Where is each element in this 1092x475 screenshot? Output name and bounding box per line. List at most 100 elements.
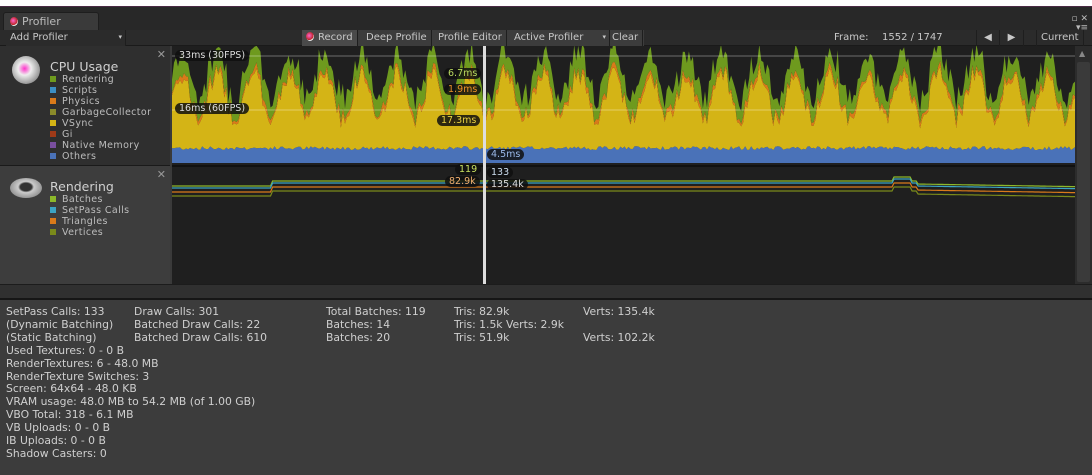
legend-swatch <box>50 76 56 82</box>
torus-icon <box>10 178 42 198</box>
setpass-marker: 133 <box>487 167 514 178</box>
stat-line: Tris: 1.5k Verts: 2.9k <box>454 317 564 331</box>
rendering-marker: 6.7ms <box>444 68 482 79</box>
cpu-usage-title: CPU Usage <box>50 59 119 74</box>
stat-line: (Static Batching) <box>6 330 97 344</box>
vertices-line <box>172 186 1075 198</box>
legend-label: SetPass Calls <box>62 205 130 216</box>
stat-line: Shadow Casters: 0 <box>6 446 107 460</box>
legend-label: Triangles <box>62 216 108 227</box>
toolbar: Add Profiler ▾ Record Deep Profile Profil… <box>0 30 1092 46</box>
graph-scrollbar[interactable]: ▲ <box>1075 46 1092 284</box>
stat-line: Batches: 14 <box>326 317 391 331</box>
vsync-marker: 17.3ms <box>437 115 481 126</box>
line-60fps-label: 16ms (60FPS) <box>175 103 250 114</box>
toolbar-group: Record Deep Profile Profile Editor Activ… <box>302 30 644 46</box>
line-30fps-label: 33ms (30FPS) <box>175 50 250 61</box>
legend-swatch <box>50 153 56 159</box>
legend-item[interactable]: Gi <box>50 129 151 140</box>
stat-line: VBO Total: 318 - 6.1 MB <box>6 408 134 422</box>
stat-line: Verts: 102.2k <box>583 330 655 344</box>
tab-bar: Profiler ▫ ✕ ▾≡ <box>0 7 1092 33</box>
add-profiler-label: Add Profiler <box>10 32 68 43</box>
dropdown-arrow-icon: ▾ <box>602 33 606 41</box>
legend-item[interactable]: Scripts <box>50 85 151 96</box>
legend-label: Scripts <box>62 85 98 96</box>
stat-line: Used Textures: 0 - 0 B <box>6 343 125 357</box>
legend-item[interactable]: VSync <box>50 118 151 129</box>
legend-label: Vertices <box>62 227 104 238</box>
frame-value: 1552 / 1747 <box>882 32 943 43</box>
legend-swatch <box>50 142 56 148</box>
legend-label: Rendering <box>62 74 115 85</box>
rendering-module[interactable]: Rendering Batches SetPass Calls Triangles V… <box>0 166 170 284</box>
active-profiler-dropdown[interactable]: Active Profiler ▾ <box>510 30 610 46</box>
rendering-title: Rendering <box>50 179 114 194</box>
dropdown-arrow-icon: ▾ <box>118 33 122 41</box>
arrow-left-icon: ◀ <box>984 32 992 43</box>
cpu-usage-module[interactable]: CPU Usage Rendering Scripts Physics Garbage… <box>0 46 170 166</box>
physics-marker: 1.9ms <box>444 84 482 95</box>
rendering-legend: Batches SetPass Calls Triangles Vertices <box>50 194 130 238</box>
legend-label: Native Memory <box>62 140 140 151</box>
frame-label: Frame: <box>834 32 869 43</box>
profiler-module-list: CPU Usage Rendering Scripts Physics Garbage… <box>0 46 170 284</box>
scroll-up-icon[interactable]: ▲ <box>1079 49 1085 58</box>
current-frame-button[interactable]: Current <box>1036 30 1084 46</box>
deep-profile-button[interactable]: Deep Profile <box>362 30 432 46</box>
legend-item[interactable]: Physics <box>50 96 151 107</box>
close-module-icon[interactable]: ✕ <box>157 168 166 181</box>
legend-item[interactable]: SetPass Calls <box>50 205 130 216</box>
top-strip <box>0 0 1092 7</box>
add-profiler-dropdown[interactable]: Add Profiler ▾ <box>6 30 126 46</box>
close-module-icon[interactable]: ✕ <box>157 48 166 61</box>
stat-line: RenderTextures: 6 - 48.0 MB <box>6 356 159 370</box>
batches-marker: 119 <box>455 164 482 175</box>
legend-item[interactable]: Others <box>50 151 151 162</box>
stat-line: Screen: 64x64 - 48.0 KB <box>6 382 137 396</box>
stat-line: Draw Calls: 301 <box>134 305 220 318</box>
stat-line: Total Batches: 119 <box>326 305 426 318</box>
legend-item[interactable]: Rendering <box>50 74 151 85</box>
legend-swatch <box>50 109 56 115</box>
stat-line: Batched Draw Calls: 610 <box>134 330 268 344</box>
legend-item[interactable]: Batches <box>50 194 130 205</box>
stat-line: VRAM usage: 48.0 MB to 54.2 MB (of 1.00 … <box>6 395 256 409</box>
profile-editor-button[interactable]: Profile Editor <box>434 30 507 46</box>
others-marker: 4.5ms <box>487 149 525 160</box>
legend-item[interactable]: Native Memory <box>50 140 151 151</box>
profiler-graph[interactable]: 33ms (30FPS) 16ms (60FPS) 6.7ms 1.9ms 17… <box>172 36 1075 284</box>
stat-line: Batched Draw Calls: 22 <box>134 317 261 331</box>
stat-line: Verts: 135.4k <box>583 305 655 318</box>
scrollbar-thumb[interactable] <box>1077 62 1090 282</box>
legend-item[interactable]: Triangles <box>50 216 130 227</box>
clear-button[interactable]: Clear <box>608 30 644 46</box>
legend-swatch <box>50 87 56 93</box>
stat-line: Tris: 51.9k <box>454 330 510 344</box>
splitter[interactable] <box>0 284 1092 300</box>
batches-line <box>172 176 1075 188</box>
legend-swatch <box>50 120 56 126</box>
legend-item[interactable]: GarbageCollector <box>50 107 151 118</box>
legend-item[interactable]: Vertices <box>50 227 130 238</box>
record-button[interactable]: Record <box>302 30 358 46</box>
legend-swatch <box>50 218 56 224</box>
legend-label: Batches <box>62 194 103 205</box>
legend-label: Others <box>62 151 97 162</box>
stopwatch-icon <box>12 56 40 84</box>
tab-label: Profiler <box>22 15 61 28</box>
vertices-marker: 135.4k <box>487 179 528 190</box>
profiler-icon <box>10 17 18 26</box>
active-profiler-label: Active Profiler <box>514 32 584 43</box>
legend-swatch <box>50 229 56 235</box>
legend-label: Physics <box>62 96 100 107</box>
frame-cursor[interactable] <box>483 46 486 284</box>
tab-profiler[interactable]: Profiler <box>3 12 99 30</box>
legend-label: GarbageCollector <box>62 107 152 118</box>
legend-swatch <box>50 196 56 202</box>
next-frame-button[interactable]: ▶ <box>1000 30 1024 46</box>
stat-line: (Dynamic Batching) <box>6 317 114 331</box>
legend-swatch <box>50 207 56 213</box>
legend-label: Gi <box>62 129 73 140</box>
prev-frame-button[interactable]: ◀ <box>976 30 1000 46</box>
